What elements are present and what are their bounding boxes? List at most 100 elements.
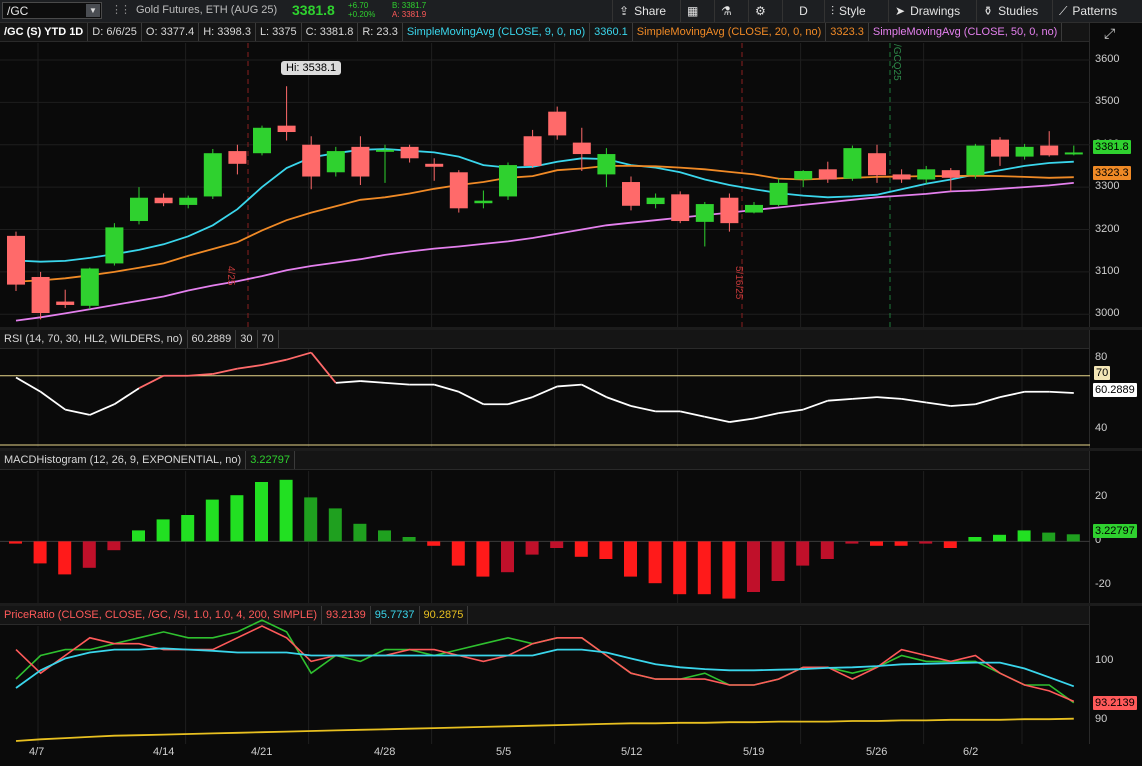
rsi-line-segment [581, 383, 607, 398]
rsi-line-segment [606, 396, 632, 407]
overbought-tag: 70 [1094, 366, 1111, 380]
rsi-overbought: 70 [258, 330, 279, 348]
candle-body [203, 153, 222, 197]
studies-button[interactable]: ⚱ Studies [976, 0, 1052, 22]
ratio-y-label: 100 [1095, 654, 1114, 667]
x-axis-label: 4/7 [29, 746, 45, 758]
rsi-line-segment [680, 410, 705, 418]
macd-histogram-bar [550, 541, 564, 548]
symbol-input[interactable]: /GC ▼ [2, 2, 102, 19]
sma20-value: 3323.3 [826, 23, 869, 41]
macd-histogram-bar [230, 495, 244, 542]
share-label: Share [634, 4, 667, 18]
rsi-line-segment [89, 403, 115, 416]
candle-body [720, 197, 739, 224]
price-y-label: 3500 [1095, 95, 1120, 108]
macd-histogram-bar [993, 534, 1006, 542]
macd-chart[interactable] [0, 471, 1090, 603]
macd-histogram-bar [697, 541, 711, 595]
rsi-line-segment [802, 399, 829, 411]
price-chart[interactable] [0, 43, 1090, 327]
chart-settings-button[interactable]: ▦ [680, 0, 714, 22]
rsi-chart[interactable] [0, 349, 1090, 447]
rsi-value: 60.2889 [188, 330, 237, 348]
sma20-line [15, 165, 1074, 283]
dots-icon[interactable]: ⋮ [120, 3, 131, 16]
share-button[interactable]: ⇪ Share [612, 0, 680, 22]
candle-body [646, 197, 665, 205]
candle-body [80, 268, 99, 306]
ratio-label[interactable]: PriceRatio (CLOSE, CLOSE, /GC, /SI, 1.0,… [0, 606, 323, 624]
header-low: L: 3375 [256, 23, 302, 41]
candle-body [695, 204, 714, 222]
macd-histogram-bar [328, 508, 342, 542]
studies-flask-button[interactable]: ⚗ [714, 0, 748, 22]
bid-ask: B: 3381.7 A: 3381.9 [392, 1, 426, 19]
sma50-label[interactable]: SimpleMovingAvg (CLOSE, 50, 0, no) [869, 23, 1063, 41]
expand-icon[interactable]: ⤢ [1104, 25, 1115, 42]
candle-body [572, 142, 591, 155]
candle-body [130, 197, 148, 222]
ratio-value-1: 93.2139 [322, 606, 371, 624]
x-axis-label: 5/19 [743, 746, 765, 758]
period-button[interactable]: D [782, 0, 824, 22]
rsi-line-segment [1049, 390, 1074, 394]
ratio-chart[interactable] [0, 619, 1090, 744]
rsi-line-segment [950, 403, 976, 407]
patterns-label: Patterns [1072, 4, 1118, 18]
style-button[interactable]: ⫶ Style [824, 0, 888, 22]
macd-histogram-bar [722, 541, 736, 599]
candle-body [1064, 152, 1083, 155]
rsi-line-segment [433, 383, 460, 393]
ratio-long-average-line [15, 717, 1074, 742]
candle-body [105, 227, 124, 264]
header-high: H: 3398.3 [199, 23, 256, 41]
macd-histogram-bar [9, 541, 22, 544]
macd-histogram-bar [82, 541, 96, 568]
macd-histogram-bar [574, 541, 588, 557]
macd-value: 3.22797 [246, 451, 295, 469]
rsi-line-segment [15, 376, 42, 393]
chevron-down-icon[interactable]: ▼ [86, 4, 100, 17]
drawings-button[interactable]: ➤ Drawings [888, 0, 976, 22]
rsi-line-segment [704, 415, 730, 423]
settings-button[interactable]: ⚙ [748, 0, 782, 22]
header-open: O: 3377.4 [142, 23, 200, 41]
rsi-line-segment [999, 390, 1025, 398]
macd-histogram-bar [648, 541, 662, 584]
sma9-label[interactable]: SimpleMovingAvg (CLOSE, 9, 0, no) [403, 23, 591, 41]
rsi-line-segment [753, 412, 779, 420]
rsi-label[interactable]: RSI (14, 70, 30, HL2, WILDERS, no) [0, 330, 188, 348]
candle-body [351, 146, 370, 177]
rsi-line-segment [458, 390, 484, 406]
macd-histogram-bar [378, 530, 391, 542]
macd-histogram-bar [525, 541, 539, 555]
drawings-label: Drawings [910, 4, 961, 18]
candle-body [966, 145, 985, 176]
macd-header: MACDHistogram (12, 26, 9, EXPONENTIAL, n… [0, 451, 1090, 470]
rsi-line-segment [532, 385, 558, 398]
candle-body [253, 127, 271, 154]
candle-body [277, 125, 296, 133]
period-label: D [799, 4, 808, 18]
candle-body [941, 170, 960, 178]
candle-body [843, 148, 862, 179]
sma9-line [15, 148, 1074, 263]
style-label: Style [839, 4, 866, 18]
symbol-text: /GC [7, 4, 29, 18]
sma20-label[interactable]: SimpleMovingAvg (CLOSE, 20, 0, no) [633, 23, 827, 41]
rsi-line-segment [113, 387, 140, 405]
macd-label[interactable]: MACDHistogram (12, 26, 9, EXPONENTIAL, n… [0, 451, 247, 469]
macd-histogram-bar [599, 541, 613, 559]
macd-histogram-bar [894, 541, 908, 546]
flask-studies-icon: ⚱ [983, 4, 994, 18]
patterns-button[interactable]: ⟋ Patterns [1052, 0, 1142, 22]
macd-histogram-bar [673, 541, 687, 595]
bid-value: B: 3381.7 [392, 1, 427, 10]
rsi-line-segment [630, 405, 656, 413]
macd-histogram-bar [353, 523, 367, 542]
candle-body [597, 154, 616, 175]
x-axis-label: 5/26 [866, 746, 888, 758]
macd-histogram-bar [771, 541, 785, 581]
change-percent: +0.20% [348, 10, 376, 19]
